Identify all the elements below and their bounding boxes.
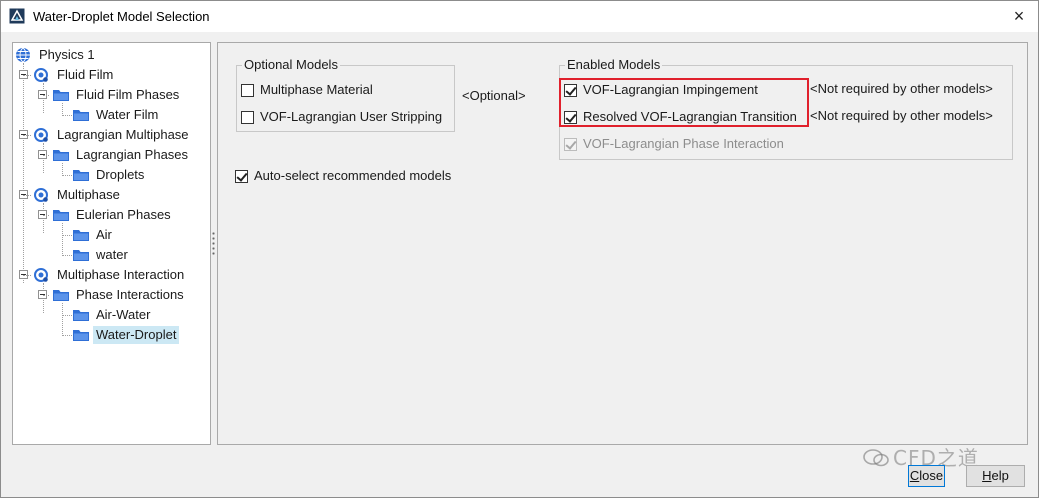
splitter-handle[interactable] [212, 231, 215, 255]
globe-icon [16, 47, 30, 63]
tree-guide-line [62, 335, 72, 336]
tree-item-label: Physics 1 [39, 47, 95, 62]
tree-item-eulerian-phases[interactable]: Eulerian Phases [36, 206, 206, 224]
tree-guide-line [62, 115, 72, 116]
tree-item-droplets[interactable]: Droplets [55, 166, 205, 184]
model-ring-icon [34, 128, 48, 142]
tree-item-multiphase[interactable]: Multiphase [17, 186, 207, 204]
tree-guide-line [23, 75, 31, 76]
user-stripping-checkbox[interactable]: VOF-Lagrangian User Stripping [241, 108, 451, 126]
folder-icon [73, 330, 89, 341]
folder-icon [53, 210, 69, 221]
tree-guide-line [43, 155, 49, 156]
tree-guide-line [62, 175, 72, 176]
tree-item-water[interactable]: water [55, 246, 205, 264]
window-title: Water-Droplet Model Selection [33, 9, 210, 24]
model-ring-icon [34, 188, 48, 202]
optional-indicator: <Optional> [462, 88, 526, 103]
model-ring-icon [34, 268, 48, 282]
checkbox-box[interactable] [241, 84, 254, 97]
tree-guide-line [23, 135, 31, 136]
tree-item-label: Water Film [96, 107, 159, 122]
phase-interaction-checkbox: VOF-Lagrangian Phase Interaction [564, 135, 824, 153]
requirement-note: <Not required by other models> [810, 81, 993, 96]
checkbox-label: Multiphase Material [260, 82, 373, 97]
tree-item-multiphase-interaction[interactable]: Multiphase Interaction [17, 266, 211, 284]
optional-models-group: Optional Models Multiphase Material VOF-… [236, 57, 455, 132]
optional-models-title: Optional Models [242, 57, 340, 73]
close-button[interactable]: Close [908, 465, 945, 487]
folder-icon [73, 170, 89, 181]
tree-item-label: water [96, 247, 128, 262]
tree-item-label: Fluid Film Phases [76, 87, 180, 102]
checkbox-box-checked[interactable] [235, 170, 248, 183]
tree-item-air[interactable]: Air [55, 226, 205, 244]
tree-item-label: Fluid Film [57, 67, 114, 82]
tree-item-air-water[interactable]: Air-Water [55, 306, 205, 324]
tree-guide-line [43, 215, 49, 216]
chat-bubble-icon [863, 449, 889, 467]
tree-item-phase-interactions[interactable]: Phase Interactions [36, 286, 206, 304]
tree-item-fluid-film-phases[interactable]: Fluid Film Phases [36, 86, 206, 104]
tree-guide-line [62, 315, 72, 316]
tree-item-fluid-film[interactable]: Fluid Film [17, 66, 207, 84]
tree-item-lagrangian-phases[interactable]: Lagrangian Phases [36, 146, 206, 164]
tree-item-label: Lagrangian Phases [76, 147, 189, 162]
tree-guide-line [43, 95, 49, 96]
help-button[interactable]: Help [966, 465, 1025, 487]
tree-item-label: Phase Interactions [76, 287, 184, 302]
tree-item-label: Droplets [96, 167, 145, 182]
folder-icon [73, 250, 89, 261]
tree-item-label: Multiphase Interaction [57, 267, 185, 282]
tree-item-label: Air-Water [96, 307, 151, 322]
tree-item-water-droplet[interactable]: Water-Droplet [55, 326, 205, 344]
tree-item-label: Air [96, 227, 112, 242]
app-logo-icon [9, 8, 25, 24]
tree-item-lagrangian-multiphase[interactable]: Lagrangian Multiphase [17, 126, 211, 144]
tree-guide-line [23, 195, 31, 196]
folder-icon [53, 150, 69, 161]
checkbox-label: VOF-Lagrangian Phase Interaction [583, 136, 784, 151]
tree-item-label: Eulerian Phases [76, 207, 171, 222]
tree-item-root[interactable]: Physics 1 [15, 46, 205, 64]
physics-tree: Physics 1 Fluid Film Fluid Film Phases W… [12, 42, 211, 445]
tree-guide-line [62, 235, 72, 236]
close-window-button[interactable]: × [1004, 1, 1034, 32]
highlight-annotation [559, 78, 809, 127]
multiphase-material-checkbox[interactable]: Multiphase Material [241, 81, 451, 99]
tree-item-label: Multiphase [57, 187, 120, 202]
tree-guide-line [23, 275, 31, 276]
tree-item-label-selected: Water-Droplet [93, 326, 180, 344]
dialog-window: Water-Droplet Model Selection × Physics … [0, 0, 1039, 498]
folder-icon [73, 110, 89, 121]
folder-icon [73, 310, 89, 321]
checkbox-label: VOF-Lagrangian User Stripping [260, 109, 443, 124]
tree-guide-line [43, 295, 49, 296]
tree-guide-line [23, 63, 24, 283]
checkbox-label: Auto-select recommended models [254, 168, 452, 183]
tree-item-label: Lagrangian Multiphase [57, 127, 189, 142]
title-bar: Water-Droplet Model Selection × [1, 1, 1038, 32]
checkbox-box-disabled [564, 138, 577, 151]
model-ring-icon [34, 68, 48, 82]
tree-guide-line [62, 255, 72, 256]
folder-icon [53, 90, 69, 101]
folder-icon [73, 230, 89, 241]
requirement-note: <Not required by other models> [810, 108, 993, 123]
tree-item-water-film[interactable]: Water Film [55, 106, 205, 124]
folder-icon [53, 290, 69, 301]
enabled-models-title: Enabled Models [565, 57, 663, 73]
checkbox-box[interactable] [241, 111, 254, 124]
auto-select-checkbox[interactable]: Auto-select recommended models [235, 167, 475, 185]
